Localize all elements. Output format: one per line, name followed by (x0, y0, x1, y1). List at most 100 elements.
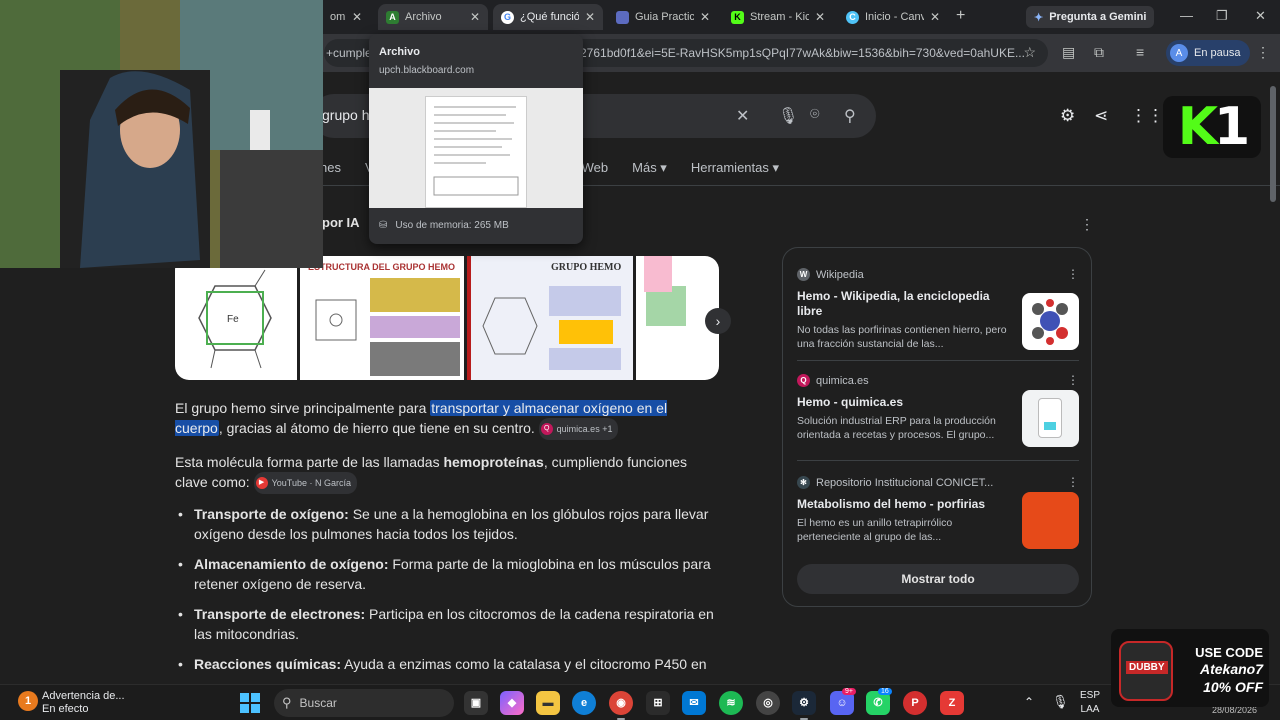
youtube-icon: ▶ (255, 477, 268, 490)
quimica-icon: Q (797, 374, 810, 387)
tab-hover-card: Archivo upch.blackboard.com ⛁ Uso de memo… (369, 34, 583, 244)
tab-herramientas[interactable]: Herramientas ▾ (691, 160, 779, 176)
source-menu-icon[interactable]: ⋮ (1067, 373, 1079, 387)
search-icon: ⚲ (282, 695, 292, 710)
canvas-favicon-icon: C (846, 10, 859, 24)
heme-ring-icon (482, 297, 538, 355)
menu-dots-icon[interactable]: ⋮ (1256, 44, 1270, 61)
source-thumbnail[interactable] (1022, 390, 1079, 447)
tab-web[interactable]: Web (582, 160, 609, 176)
ai-overview-label: por IA (322, 215, 360, 230)
webcam-overlay (0, 0, 323, 268)
microphone-icon[interactable]: 🎙 (1052, 694, 1069, 710)
chrome-icon[interactable]: ◉ (609, 691, 633, 720)
energy-drink-can-icon: DUBBY (1119, 641, 1173, 701)
microphone-icon[interactable]: 🎙 (778, 106, 798, 126)
kick-logo-overlay: K1 (1163, 96, 1261, 158)
source-menu-icon[interactable]: ⋮ (1067, 267, 1079, 281)
close-window-icon[interactable]: ✕ (1255, 8, 1266, 24)
media-control-icon[interactable]: ≡ (1136, 44, 1144, 60)
source-thumbnail[interactable] (1022, 492, 1079, 549)
copilot-icon[interactable]: ◆ (500, 691, 524, 715)
bookmark-star-icon[interactable]: ☆ (1023, 44, 1036, 61)
close-icon[interactable]: ✕ (700, 10, 710, 24)
clear-icon[interactable]: ✕ (736, 106, 749, 126)
carousel-image[interactable]: GRUPO HEMO (467, 256, 633, 380)
close-icon[interactable]: ✕ (815, 10, 825, 24)
ai-overview-menu-icon[interactable]: ⋮ (1080, 216, 1094, 233)
tab-stream-kick[interactable]: K Stream - Kic ✕ (723, 4, 833, 30)
avatar: A (1170, 44, 1188, 62)
svg-text:Fe: Fe (227, 314, 239, 325)
sources-panel: W Wikipedia Hemo - Wikipedia, la enciclop… (782, 247, 1092, 607)
edge-icon[interactable]: e (572, 691, 596, 715)
pdf-reader-icon[interactable]: P (903, 691, 927, 715)
answer-paragraph-2: Esta molécula forma parte de las llamada… (175, 452, 715, 495)
memory-icon: ⛁ (379, 220, 388, 231)
steam-icon[interactable]: ⚙ (792, 691, 816, 720)
share-icon[interactable]: ⋖ (1094, 106, 1108, 126)
image-carousel: Fe ESTRUCTURA DEL GRUPO HEMO GRUPO HEMO (175, 256, 719, 380)
source-menu-icon[interactable]: ⋮ (1067, 475, 1079, 489)
source-card[interactable]: Qquimica.es Hemo - quimica.es Solución i… (797, 373, 1079, 447)
source-thumbnail[interactable] (1022, 293, 1079, 350)
file-explorer-icon[interactable]: ▬ (536, 691, 560, 715)
tab-guia-practica[interactable]: Guia Practic ✕ (608, 4, 718, 30)
outlook-icon[interactable]: ✉ (682, 691, 706, 715)
function-list: Transporte de oxígeno: Se une a la hemog… (175, 504, 715, 684)
source-card[interactable]: ✻ Repositorio Institucional CONICET... Me… (797, 475, 1079, 549)
list-item: Reacciones químicas: Ayuda a enzimas com… (175, 654, 715, 674)
conicet-icon: ✻ (797, 476, 810, 489)
document-preview (425, 96, 527, 208)
restore-icon[interactable]: ❐ (1216, 8, 1228, 24)
tray-chevron-icon[interactable]: ⌃ (1024, 695, 1034, 709)
profile-button[interactable]: A En pausa (1166, 40, 1251, 66)
show-all-button[interactable]: Mostrar todo (797, 564, 1079, 594)
lens-icon[interactable]: ⌾ (810, 106, 820, 124)
quimica-icon: Q (540, 423, 553, 436)
carousel-image[interactable]: ESTRUCTURA DEL GRUPO HEMO (300, 256, 464, 380)
heme-structure-icon (315, 299, 357, 341)
search-input[interactable]: grupo h (322, 107, 369, 123)
tab-que-funcion[interactable]: G ¿Qué funció ✕ (493, 4, 603, 30)
discord-badge: 9+ (842, 688, 856, 695)
spotify-icon[interactable]: ≋ (719, 691, 743, 715)
source-chip[interactable]: Qquimica.es +1 (538, 418, 619, 441)
alert-icon: 1 (18, 691, 38, 711)
close-icon[interactable]: ✕ (352, 10, 362, 24)
tab-colombia[interactable]: ombia ✕ (322, 4, 370, 30)
tab-inicio-canvas[interactable]: C Inicio - Canv ✕ (838, 4, 948, 30)
google-favicon-icon: G (501, 10, 514, 24)
reading-mode-icon[interactable]: ▤ (1062, 44, 1075, 61)
source-chip[interactable]: ▶ YouTube · N García (253, 472, 357, 495)
new-tab-button[interactable]: + (956, 7, 965, 25)
task-view-icon[interactable]: ▣ (464, 691, 488, 715)
carousel-image[interactable]: Fe (175, 256, 297, 380)
obs-icon[interactable]: ◎ (756, 691, 780, 715)
taskbar-search[interactable]: ⚲ Buscar (274, 689, 454, 717)
list-item: Transporte de electrones: Participa en l… (175, 604, 715, 644)
start-windows-icon[interactable] (240, 693, 260, 713)
molecule-model-icon (1032, 299, 1068, 345)
carousel-next-button[interactable]: › (705, 308, 731, 334)
language-indicator[interactable]: ESP LAA (1080, 689, 1100, 717)
app-z-icon[interactable]: Z (940, 691, 964, 715)
close-icon[interactable]: ✕ (585, 10, 595, 24)
minimize-icon[interactable]: — (1180, 8, 1193, 23)
scrollbar[interactable] (1270, 86, 1276, 202)
extensions-icon[interactable]: ⧉ (1094, 44, 1104, 61)
close-icon[interactable]: ✕ (930, 10, 940, 24)
settings-gear-icon[interactable]: ⚙ (1060, 106, 1075, 126)
tab-mas[interactable]: Más ▾ (632, 160, 667, 176)
store-icon[interactable]: ⊞ (646, 691, 670, 715)
search-icon[interactable]: ⚲ (844, 106, 856, 126)
webcam-feed-image (0, 0, 323, 268)
tab-archivo[interactable]: A Archivo ✕ (378, 4, 488, 30)
source-card[interactable]: W Wikipedia Hemo - Wikipedia, la enciclop… (797, 267, 1079, 351)
tab-imagenes[interactable]: nes (320, 160, 341, 176)
gemini-button[interactable]: ✦ Pregunta a Gemini (1026, 6, 1155, 28)
gemini-sparkle-icon: ✦ (1034, 11, 1044, 24)
windows-taskbar: 1 Advertencia de... En efecto ⚲ Buscar ▣… (0, 684, 1280, 720)
close-icon[interactable]: ✕ (470, 10, 480, 24)
weather-alert-widget[interactable]: 1 Advertencia de... En efecto (18, 690, 125, 716)
